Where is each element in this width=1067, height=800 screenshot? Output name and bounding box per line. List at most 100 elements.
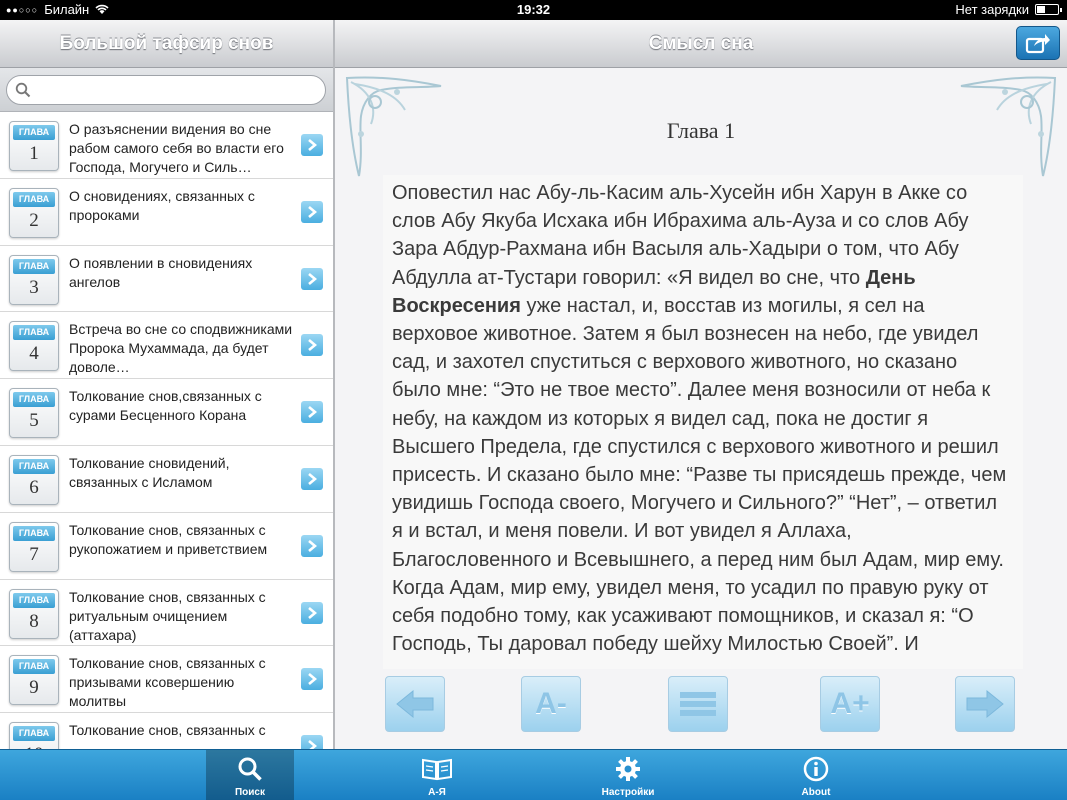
search-input[interactable] — [6, 74, 326, 105]
chapter-title: Встреча во сне со сподвижниками Пророка … — [69, 321, 293, 376]
next-button[interactable] — [955, 676, 1015, 732]
status-bar: ●●○○○ Билайн 19:32 Нет зарядки — [0, 0, 1067, 20]
chevron-right-icon — [308, 406, 317, 419]
chapter-list: ГЛАВА 1 О разъяснении видения во сне рабом… — [0, 112, 333, 749]
chapter-open-button[interactable] — [301, 735, 323, 749]
chevron-right-icon — [308, 472, 317, 485]
status-right: Нет зарядки — [955, 2, 1062, 17]
search-icon — [238, 757, 262, 781]
previous-button[interactable] — [385, 676, 445, 732]
battery-icon — [1035, 4, 1062, 15]
chapter-open-button[interactable] — [301, 467, 323, 490]
chapter-badge-label: ГЛАВА — [13, 726, 55, 742]
chapter-list-item[interactable]: ГЛАВА 4 Встреча во сне со сподвижниками Пр… — [0, 312, 333, 380]
tab-alphabet-label: А-Я — [428, 787, 446, 798]
menu-button[interactable] — [668, 676, 728, 732]
chapter-list-item[interactable]: ГЛАВА 8 Толкование снов, связанных с ритуа… — [0, 580, 333, 647]
chapter-list-item[interactable]: ГЛАВА 7 Толкование снов, связанных с рукоп… — [0, 513, 333, 580]
tab-bar: Поиск А-Я Настройки About — [0, 749, 1067, 800]
chapter-number: 7 — [29, 543, 39, 565]
tab-search-label: Поиск — [234, 787, 265, 798]
chapter-title: О сновидениях, связанных с пророками — [69, 187, 255, 223]
chapter-number: 3 — [29, 276, 39, 298]
right-title: Смысл сна — [648, 32, 754, 54]
chevron-right-icon — [308, 606, 317, 619]
menu-icon — [680, 692, 716, 716]
chapter-title: Толкование снов, связанных с ритуальным … — [69, 588, 266, 643]
chapter-title: Толкование снов, связанных с рукопожатие… — [69, 521, 268, 557]
chapter-list-item[interactable]: ГЛАВА 2 О сновидениях, связанных с пророка… — [0, 179, 333, 246]
chapter-list-item[interactable]: ГЛАВА10 Толкование снов, связанных с — [0, 713, 333, 749]
chapter-badge-label: ГЛАВА — [13, 525, 55, 541]
chapter-badge: ГЛАВА 6 — [9, 454, 59, 505]
chapter-list-item[interactable]: ГЛАВА 3 О появлении в сновидениях ангелов — [0, 246, 333, 313]
left-navbar: Большой тафсир снов — [0, 20, 333, 68]
chapter-list-item[interactable]: ГЛАВА 6 Толкование сновидений, связанных с… — [0, 446, 333, 513]
font-increase-button[interactable]: A+ — [820, 676, 880, 732]
search-icon — [15, 82, 31, 97]
chapter-number: 1 — [29, 143, 39, 164]
gear-icon — [616, 757, 640, 781]
chapter-badge: ГЛАВА 2 — [9, 187, 59, 238]
chapter-badge-label: ГЛАВА — [13, 258, 55, 274]
font-decrease-button[interactable]: A- — [521, 676, 581, 732]
chevron-right-icon — [308, 339, 317, 352]
chapter-badge: ГЛАВА 8 — [9, 588, 59, 639]
share-button[interactable] — [1016, 26, 1060, 60]
chapter-badge: ГЛАВА 4 — [9, 321, 59, 372]
chapter-badge: ГЛАВА 7 — [9, 521, 59, 572]
tab-settings[interactable]: Настройки — [584, 750, 672, 800]
chapter-open-button[interactable] — [301, 334, 323, 357]
chapter-badge-label: ГЛАВА — [13, 392, 55, 408]
chapter-number: 5 — [29, 410, 39, 432]
chapter-open-button[interactable] — [301, 534, 323, 557]
chapter-badge-label: ГЛАВА — [13, 191, 55, 207]
chapter-title: Толкование снов, связанных с — [69, 722, 266, 739]
left-title: Большой тафсир снов — [59, 32, 274, 54]
tab-alphabet[interactable]: А-Я — [393, 750, 481, 800]
chapter-title: О появлении в сновидениях ангелов — [69, 254, 253, 290]
chapter-title: Толкование снов, связанных с призывами к… — [69, 655, 266, 710]
chapter-title: Толкование снов,связанных с сурами Бесце… — [69, 388, 262, 424]
chapter-open-button[interactable] — [301, 401, 323, 424]
arrow-left-icon — [396, 689, 434, 719]
chapter-title: О разъяснении видения во сне рабом самог… — [69, 121, 284, 175]
tab-about[interactable]: About — [772, 750, 860, 800]
chapter-open-button[interactable] — [301, 200, 323, 223]
font-decrease-label: A- — [535, 687, 567, 720]
chapter-number: 6 — [29, 476, 39, 498]
chevron-right-icon — [308, 205, 317, 218]
chapter-badge-label: ГЛАВА — [13, 125, 55, 140]
chapter-number: 2 — [29, 209, 39, 231]
info-icon — [803, 756, 829, 782]
dream-text-area[interactable]: Оповестил нас Абу-ль-Касим аль-Хусейн иб… — [383, 175, 1023, 669]
chapter-badge-label: ГЛАВА — [13, 659, 55, 675]
tab-about-label: About — [801, 787, 831, 798]
book-icon — [422, 758, 452, 781]
chapter-open-button[interactable] — [301, 267, 323, 290]
font-increase-label: A+ — [830, 687, 870, 720]
chapter-list-item[interactable]: ГЛАВА 5 Толкование снов,связанных с сурами… — [0, 379, 333, 446]
tab-search[interactable]: Поиск — [206, 750, 294, 800]
clock: 19:32 — [516, 2, 551, 17]
chapter-list-item[interactable]: ГЛАВА 1 О разъяснении видения во сне рабом… — [0, 112, 333, 179]
chapter-open-button[interactable] — [301, 601, 323, 624]
chevron-right-icon — [308, 740, 317, 749]
chapter-list-item[interactable]: ГЛАВА 9 Толкование снов, связанных с призы… — [0, 646, 333, 714]
tab-settings-label: Настройки — [601, 787, 655, 798]
chevron-right-icon — [308, 139, 317, 151]
chevron-right-icon — [308, 272, 317, 285]
chapter-badge-label: ГЛАВА — [13, 592, 55, 608]
chapter-title: Толкование сновидений, связанных с Ислам… — [69, 454, 230, 490]
reader-panel: Смысл сна Глава 1 Оповестил нас Абу-ль-К… — [335, 20, 1067, 749]
chapter-open-button[interactable] — [301, 668, 323, 691]
chapter-number: 9 — [29, 677, 39, 699]
chapter-badge: ГЛАВА 9 — [9, 655, 59, 706]
chapter-number: 4 — [29, 343, 39, 365]
chapter-open-button[interactable] — [301, 134, 323, 156]
chapter-heading: Глава 1 — [666, 118, 736, 143]
chapters-panel: Большой тафсир снов ГЛАВА 1 О разъяснении … — [0, 20, 333, 749]
chapter-badge-label: ГЛАВА — [13, 325, 55, 341]
reader-toolbar: A- A+ — [335, 670, 1067, 749]
arrow-right-icon — [966, 689, 1004, 719]
